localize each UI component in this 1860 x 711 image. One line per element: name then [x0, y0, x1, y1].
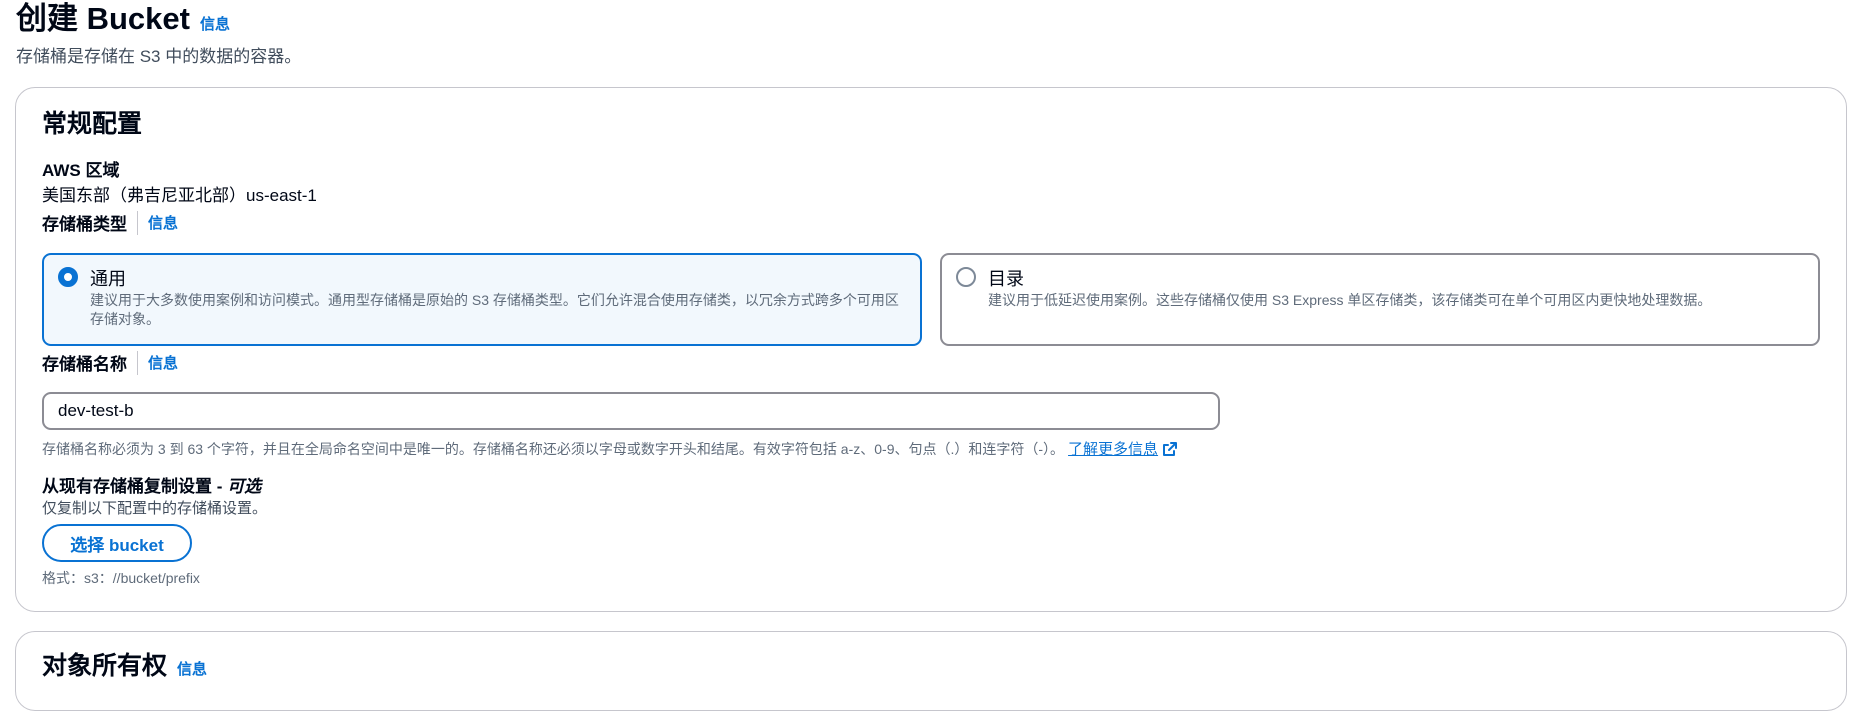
optional-marker: 可选	[227, 477, 262, 496]
bucket-name-constraint: 存储桶名称必须为 3 到 63 个字符，并且在全局命名空间中是唯一的。存储桶名称…	[42, 438, 1178, 459]
object-ownership-panel: 对象所有权 信息	[15, 631, 1847, 711]
bucket-name-constraint-text: 存储桶名称必须为 3 到 63 个字符，并且在全局命名空间中是唯一的。存储桶名称…	[42, 440, 1065, 457]
general-configuration-panel: 常规配置 AWS 区域 美国东部（弗吉尼亚北部）us-east-1 存储桶类型 …	[15, 87, 1847, 612]
external-link-icon	[1163, 441, 1178, 456]
bucket-name-input[interactable]	[42, 392, 1220, 430]
copy-settings-label: 从现有存储桶复制设置 - 可选	[42, 472, 261, 497]
bucket-type-info-link[interactable]: 信息	[148, 212, 178, 233]
page-title: 创建 Bucket	[16, 1, 190, 36]
page-description: 存储桶是存储在 S3 中的数据的容器。	[16, 47, 302, 66]
create-bucket-page: 创建 Bucket 信息 存储桶是存储在 S3 中的数据的容器。 常规配置 AW…	[0, 0, 1860, 711]
radio-unselected-icon[interactable]	[956, 267, 976, 287]
aws-region-label: AWS 区域	[42, 161, 120, 180]
page-header: 创建 Bucket 信息 存储桶是存储在 S3 中的数据的容器。	[16, 0, 301, 67]
label-divider	[137, 210, 138, 235]
bucket-name-label-row: 存储桶名称 信息	[42, 350, 178, 375]
object-ownership-info-link[interactable]: 信息	[177, 658, 207, 679]
bucket-type-label: 存储桶类型	[42, 215, 127, 234]
format-hint: 格式：s3：//bucket/prefix	[42, 570, 200, 586]
page-info-link[interactable]: 信息	[200, 13, 230, 34]
learn-more-link[interactable]: 了解更多信息	[1068, 438, 1178, 459]
learn-more-label: 了解更多信息	[1068, 441, 1159, 458]
aws-region-value: 美国东部（弗吉尼亚北部）us-east-1	[42, 186, 317, 205]
bucket-name-info-link[interactable]: 信息	[148, 352, 178, 373]
bucket-type-description: 建议用于大多数使用案例和访问模式。通用型存储桶是原始的 S3 存储桶类型。它们允…	[90, 292, 899, 327]
object-ownership-title-row: 对象所有权 信息	[42, 646, 207, 682]
page-title-row: 创建 Bucket 信息	[16, 0, 301, 38]
label-divider	[137, 350, 138, 375]
general-configuration-title: 常规配置	[42, 110, 143, 138]
object-ownership-title: 对象所有权	[42, 652, 168, 680]
bucket-name-label: 存储桶名称	[42, 355, 127, 374]
bucket-type-title: 目录	[988, 269, 1024, 289]
copy-settings-label-text: 从现有存储桶复制设置 -	[42, 477, 228, 496]
select-bucket-button[interactable]: 选择 bucket	[42, 524, 192, 562]
bucket-type-label-row: 存储桶类型 信息	[42, 210, 178, 235]
bucket-type-general-purpose-tile[interactable]: 通用 建议用于大多数使用案例和访问模式。通用型存储桶是原始的 S3 存储桶类型。…	[42, 253, 922, 346]
copy-settings-description: 仅复制以下配置中的存储桶设置。	[42, 500, 268, 517]
bucket-type-title: 通用	[90, 269, 126, 289]
bucket-type-directory-tile[interactable]: 目录 建议用于低延迟使用案例。这些存储桶仅使用 S3 Express 单区存储类…	[940, 253, 1820, 346]
bucket-type-description: 建议用于低延迟使用案例。这些存储桶仅使用 S3 Express 单区存储类，该存…	[988, 292, 1712, 308]
radio-selected-icon[interactable]	[58, 267, 78, 287]
